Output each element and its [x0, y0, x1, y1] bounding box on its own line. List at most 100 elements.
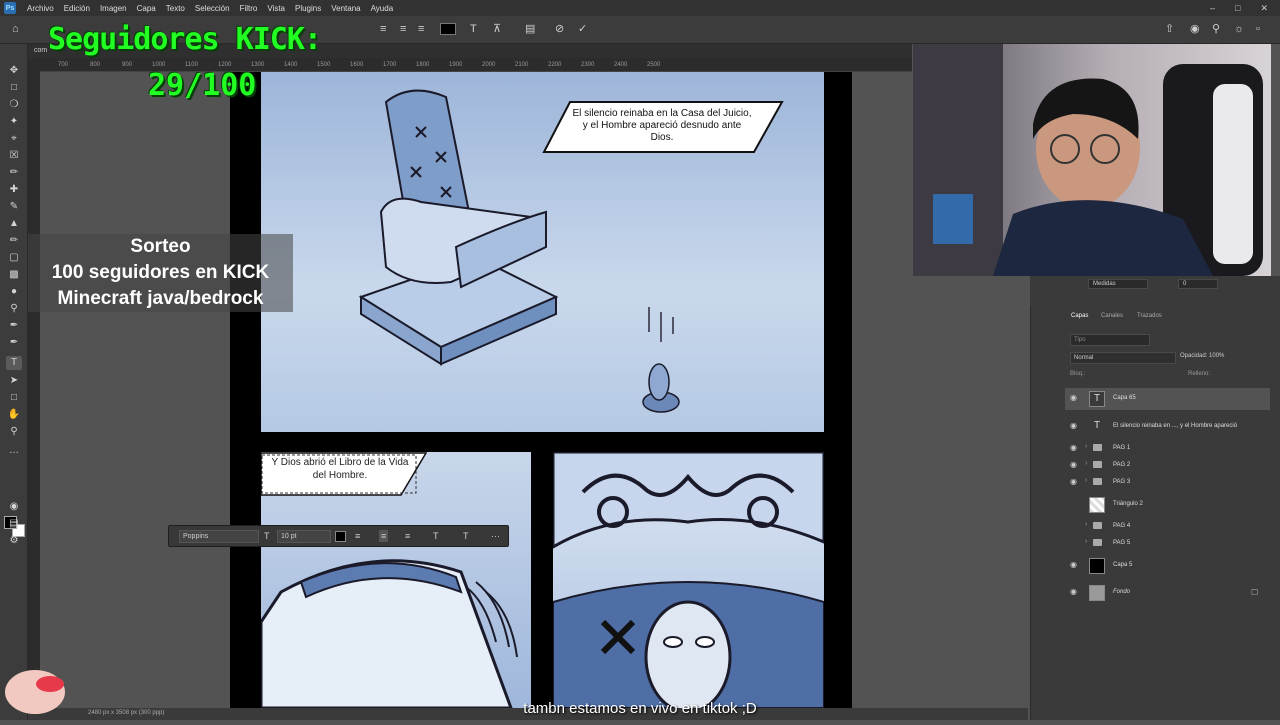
zoom-tool-icon[interactable]: ⚲	[6, 425, 22, 439]
path-select-tool-icon[interactable]: ➤	[6, 374, 22, 388]
caption-text-top[interactable]: El silencio reinaba en la Casa del Juici…	[572, 108, 752, 144]
menu-texto[interactable]: Texto	[161, 4, 190, 13]
pen-tool-icon[interactable]: ✒	[6, 319, 22, 333]
menu-vista[interactable]: Vista	[262, 4, 290, 13]
discover-icon[interactable]: ☼	[1234, 22, 1244, 36]
font-family-select[interactable]: Poppins	[179, 530, 259, 543]
menu-ayuda[interactable]: Ayuda	[366, 4, 399, 13]
layer-row[interactable]: ◉ Triángulo 2	[1065, 494, 1270, 516]
menu-capa[interactable]: Capa	[132, 4, 161, 13]
marquee-tool-icon[interactable]: □	[6, 81, 22, 95]
gradient-tool-icon[interactable]: ▩	[6, 268, 22, 282]
ruler-tick: 1900	[449, 62, 463, 68]
menu-filtro[interactable]: Filtro	[235, 4, 263, 13]
pen-tool-icon-2[interactable]: ✒	[6, 336, 22, 350]
caption-box-top[interactable]: El silencio reinaba en la Casa del Juici…	[542, 100, 784, 154]
screen-mode-icon[interactable]: ▤	[6, 517, 22, 531]
warp-text-icon[interactable]: T	[470, 22, 477, 36]
font-size-select[interactable]: 10 pt	[277, 530, 331, 543]
visibility-eye-icon[interactable]: ◉	[1070, 443, 1080, 453]
more-tools-icon[interactable]: …	[6, 444, 22, 458]
dodge-tool-icon[interactable]: ⚲	[6, 302, 22, 316]
value-field[interactable]: 0	[1178, 279, 1218, 289]
share-icon[interactable]: ⇧	[1165, 22, 1174, 36]
menu-seleccion[interactable]: Selección	[190, 4, 235, 13]
text-color-swatch[interactable]	[440, 23, 456, 35]
visibility-eye-icon[interactable]: ◉	[1070, 393, 1080, 403]
minimize-icon[interactable]: –	[1210, 3, 1215, 14]
type-tool-icon[interactable]: T	[6, 356, 22, 370]
warp-text-icon[interactable]: T	[433, 530, 439, 542]
caption-text-editing[interactable]: Y Dios abrió el Libro de la Vida del Hom…	[267, 456, 413, 482]
frame-tool-icon[interactable]: ☒	[6, 149, 22, 163]
layer-row[interactable]: ◉ › PAG 5	[1065, 533, 1270, 555]
visibility-off-icon[interactable]: ◉	[1070, 521, 1080, 531]
search-icon[interactable]: ⚲	[1212, 22, 1220, 36]
menu-plugins[interactable]: Plugins	[290, 4, 326, 13]
align-left-icon[interactable]: ≡	[355, 530, 360, 542]
text-color-swatch[interactable]	[335, 531, 346, 542]
visibility-eye-icon[interactable]: ◉	[1070, 460, 1080, 470]
caption-box-editing[interactable]: Y Dios abrió el Libro de la Vida del Hom…	[261, 452, 427, 496]
align-right-icon[interactable]: ≡	[405, 530, 410, 542]
menu-edicion[interactable]: Edición	[59, 4, 95, 13]
visibility-eye-icon[interactable]: ◉	[1070, 560, 1080, 570]
close-icon[interactable]: ✕	[1260, 3, 1268, 14]
edit-toolbar-icon[interactable]: ⚙	[6, 534, 22, 548]
blur-tool-icon[interactable]: ●	[6, 285, 22, 299]
align-center-icon[interactable]: ≡	[379, 530, 389, 542]
expand-chevron-icon[interactable]: ›	[1085, 477, 1087, 484]
quick-select-tool-icon[interactable]: ✦	[6, 115, 22, 129]
expand-chevron-icon[interactable]: ›	[1085, 460, 1087, 467]
visibility-eye-icon[interactable]: ◉	[1070, 477, 1080, 487]
visibility-eye-icon[interactable]: ◉	[1070, 421, 1080, 431]
layer-row[interactable]: ◉ Capa 5	[1065, 555, 1270, 577]
visibility-off-icon[interactable]: ◉	[1070, 499, 1080, 509]
home-icon[interactable]: ⌂	[12, 22, 19, 36]
menu-ventana[interactable]: Ventana	[326, 4, 365, 13]
opacity-value[interactable]: 100%	[1209, 353, 1224, 359]
text-context-bar: Poppins T 10 pt ≡ ≡ ≡ T T ···	[168, 525, 509, 547]
tab-canales[interactable]: Canales	[1101, 313, 1123, 319]
tab-capas[interactable]: Capas	[1071, 313, 1088, 319]
layer-row[interactable]: ◉ › PAG 3	[1065, 472, 1270, 494]
align-center-icon[interactable]: ≡	[400, 22, 406, 36]
blend-mode-select[interactable]: Normal	[1070, 352, 1176, 364]
menu-imagen[interactable]: Imagen	[95, 4, 132, 13]
eyedropper-tool-icon[interactable]: ✏	[6, 166, 22, 180]
eraser-tool-icon[interactable]: ▢	[6, 251, 22, 265]
healing-tool-icon[interactable]: ✚	[6, 183, 22, 197]
visibility-eye-icon[interactable]: ◉	[1070, 587, 1080, 597]
hand-tool-icon[interactable]: ✋	[6, 408, 22, 422]
character-panel-icon[interactable]: ▤	[525, 22, 535, 36]
tab-trazados[interactable]: Trazados	[1137, 313, 1162, 319]
align-left-icon[interactable]: ≡	[380, 22, 386, 36]
more-options[interactable]: ···	[491, 530, 500, 542]
notifications-icon[interactable]: ◉	[1190, 22, 1200, 36]
workspace-icon[interactable]: ▫	[1256, 22, 1260, 36]
toggle-panels-icon[interactable]: T	[463, 530, 469, 542]
align-right-icon[interactable]: ≡	[418, 22, 424, 36]
expand-chevron-icon[interactable]: ›	[1085, 443, 1087, 450]
commit-check-icon[interactable]: ✓	[578, 22, 587, 36]
visibility-off-icon[interactable]: ◉	[1070, 538, 1080, 548]
stamp-tool-icon[interactable]: ▲	[6, 217, 22, 231]
layer-filter-input[interactable]: Tipo	[1070, 334, 1150, 346]
units-select[interactable]: Medidas	[1088, 279, 1148, 289]
brush-tool-icon[interactable]: ✎	[6, 200, 22, 214]
layer-row[interactable]: ◉ Fondo ☐	[1065, 582, 1270, 604]
history-brush-tool-icon[interactable]: ✏	[6, 234, 22, 248]
quick-mask-icon[interactable]: ◉	[6, 500, 22, 514]
text-3d-icon[interactable]: ⊼	[493, 22, 501, 36]
crop-tool-icon[interactable]: ⌖	[6, 132, 22, 146]
lasso-tool-icon[interactable]: ❍	[6, 98, 22, 112]
expand-chevron-icon[interactable]: ›	[1085, 538, 1087, 545]
layer-row[interactable]: ◉ T Capa 65	[1065, 388, 1270, 410]
rectangle-tool-icon[interactable]: □	[6, 391, 22, 405]
menu-archivo[interactable]: Archivo	[22, 4, 59, 13]
move-tool-icon[interactable]: ✥	[6, 64, 22, 78]
layer-row[interactable]: ◉ T El silencio reinaba en ..., y el Hom…	[1065, 416, 1270, 438]
cancel-icon[interactable]: ⊘	[555, 22, 564, 36]
maximize-icon[interactable]: □	[1235, 3, 1240, 14]
expand-chevron-icon[interactable]: ›	[1085, 521, 1087, 528]
